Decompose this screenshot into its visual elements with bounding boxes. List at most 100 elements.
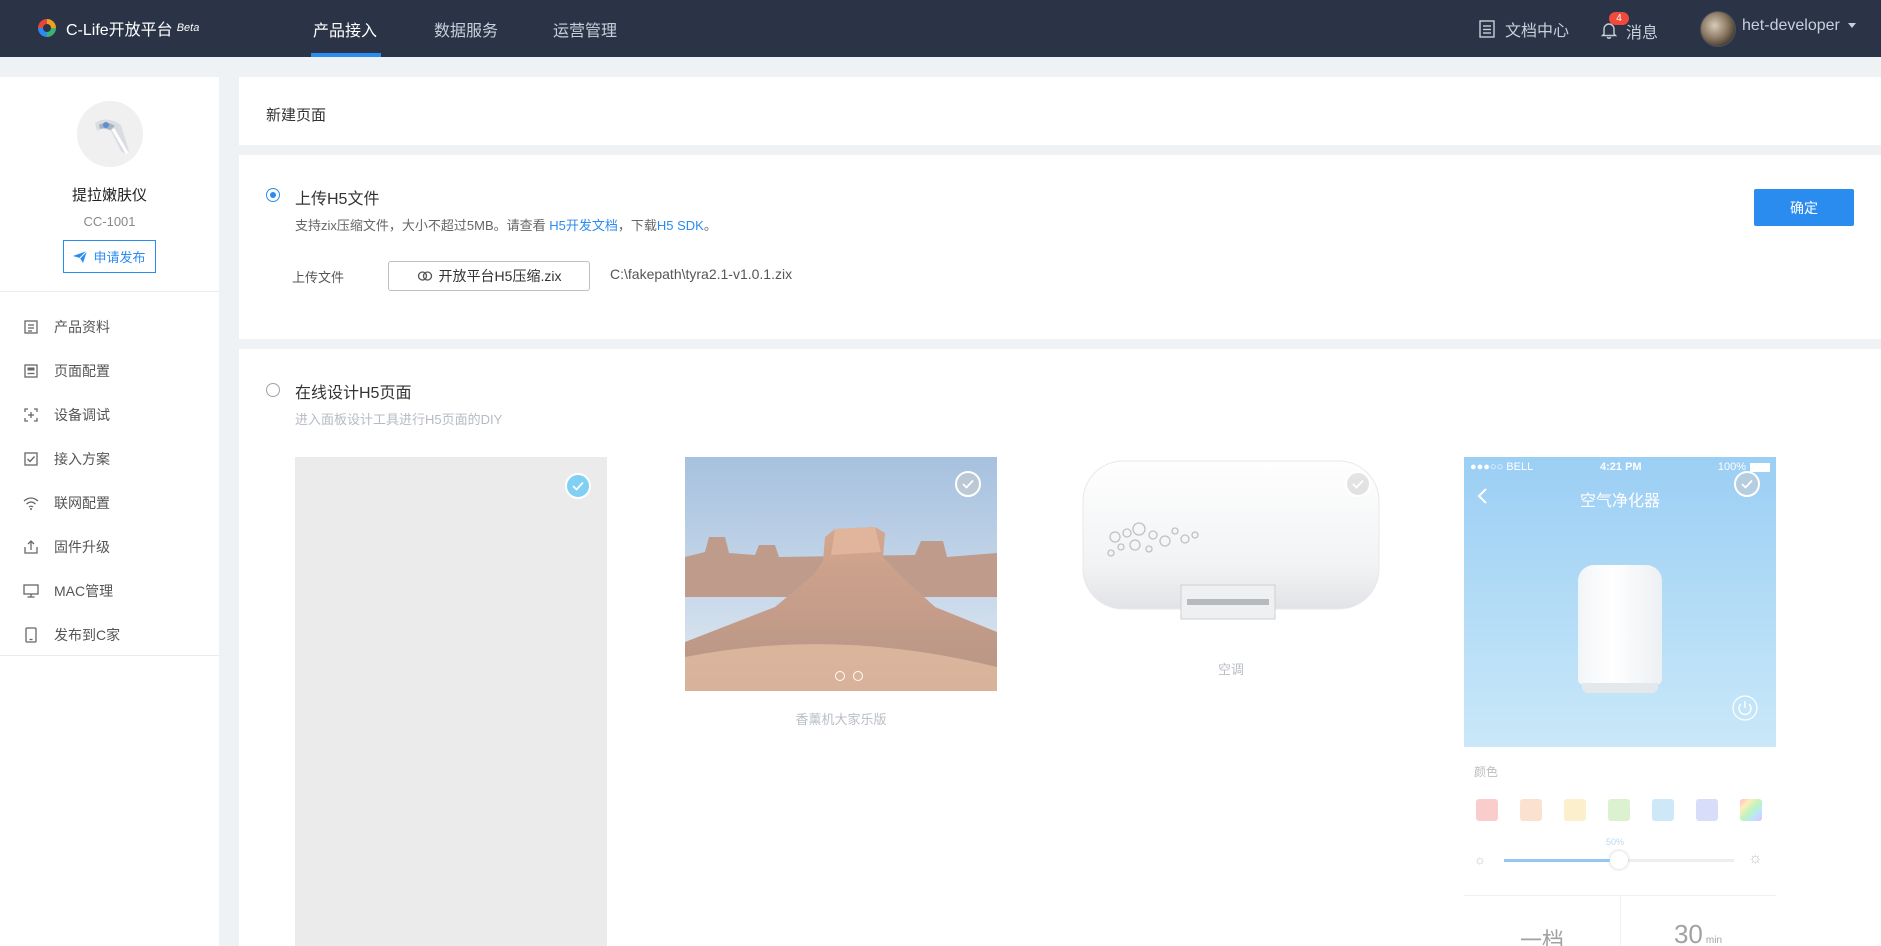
username: het-developer bbox=[1742, 17, 1840, 34]
battery-icon bbox=[1750, 463, 1770, 472]
upload-h5-title: 上传H5文件 bbox=[295, 191, 380, 208]
online-design-title: 在线设计H5页面 bbox=[295, 385, 412, 402]
phone-title: 空气净化器 bbox=[1579, 493, 1660, 510]
carrier-label: ●●●○○ BELL bbox=[1470, 461, 1534, 473]
upload-icon bbox=[23, 539, 39, 555]
monitor-icon bbox=[23, 583, 39, 599]
online-design-radio[interactable] bbox=[266, 383, 280, 397]
upload-h5-radio[interactable] bbox=[266, 188, 280, 202]
timer-value: 30 min bbox=[1620, 919, 1776, 946]
wifi-icon bbox=[23, 495, 39, 511]
choose-file-button[interactable]: 开放平台H5压缩.zix bbox=[388, 261, 590, 291]
carousel-dots bbox=[835, 671, 863, 681]
checkmark-icon[interactable] bbox=[565, 473, 591, 499]
caret-down-icon bbox=[1847, 23, 1856, 29]
top-navbar: C-Life开放平台 Beta 产品接入 数据服务 运营管理 文档中心 消息 4… bbox=[0, 0, 1881, 57]
page-icon bbox=[23, 363, 39, 379]
messages-count-badge: 4 bbox=[1609, 12, 1629, 25]
color-swatch bbox=[1740, 799, 1762, 821]
page-title: 新建页面 bbox=[266, 107, 327, 124]
phone-screen: ●●●○○ BELL 4:21 PM 100% 空气净化器 bbox=[1464, 457, 1776, 747]
sidebar-item-label: 发布到C家 bbox=[54, 627, 121, 643]
selected-file-path: C:\fakepath\tyra2.1-v1.0.1.zix bbox=[610, 266, 793, 282]
color-swatch bbox=[1652, 799, 1674, 821]
template-aroma-machine[interactable] bbox=[685, 457, 997, 691]
sidebar-item-label: 联网配置 bbox=[54, 495, 110, 511]
sidebar-item-firmware-upgrade[interactable]: 固件升级 bbox=[0, 525, 219, 569]
purifier-image bbox=[1578, 565, 1662, 685]
nav-operations[interactable]: 运营管理 bbox=[553, 17, 617, 41]
confirm-button[interactable]: 确定 bbox=[1754, 189, 1854, 226]
purifier-base bbox=[1582, 683, 1658, 693]
apply-publish-button[interactable]: 申请发布 bbox=[63, 240, 156, 273]
sidebar-item-network-config[interactable]: 联网配置 bbox=[0, 481, 219, 525]
sidebar-item-publish-cjia[interactable]: 发布到C家 bbox=[0, 613, 219, 657]
sun-bright-icon: ☼ bbox=[1748, 850, 1763, 867]
description-text: ，下载 bbox=[617, 218, 657, 233]
power-icon bbox=[1732, 695, 1758, 724]
timer-unit: min bbox=[1705, 935, 1723, 946]
sidebar-item-label: 产品资料 bbox=[54, 319, 110, 335]
send-icon bbox=[73, 250, 93, 263]
template-caption: 空调 bbox=[1217, 662, 1244, 677]
desert-landscape-image bbox=[685, 457, 997, 691]
gear-level-label: 一档 bbox=[1519, 928, 1564, 946]
description-text: 。 bbox=[703, 218, 717, 233]
checkmark-icon[interactable] bbox=[1345, 471, 1371, 497]
water-heater-image bbox=[1082, 460, 1380, 620]
checkmark-icon[interactable] bbox=[955, 471, 981, 497]
color-swatch bbox=[1476, 799, 1498, 821]
document-icon bbox=[23, 319, 39, 335]
color-label: 颜色 bbox=[1474, 765, 1499, 779]
debug-icon bbox=[23, 407, 39, 423]
sun-dim-icon: ☼ bbox=[1474, 852, 1486, 867]
nav-product-access[interactable]: 产品接入 bbox=[313, 17, 377, 41]
h5-sdk-link[interactable]: H5 SDK bbox=[657, 218, 704, 233]
template-blank[interactable] bbox=[295, 457, 607, 946]
sidebar-item-mac-management[interactable]: MAC管理 bbox=[0, 569, 219, 613]
sidebar-item-label: MAC管理 bbox=[54, 583, 114, 599]
timer-number: 30 bbox=[1673, 919, 1703, 946]
nav-data-service[interactable]: 数据服务 bbox=[434, 17, 498, 41]
sidebar-item-label: 接入方案 bbox=[54, 451, 110, 467]
brightness-slider-thumb bbox=[1610, 851, 1628, 869]
attachment-icon bbox=[417, 270, 439, 282]
sidebar-item-label: 固件升级 bbox=[54, 539, 110, 555]
slider-value: 50% bbox=[1606, 837, 1625, 847]
color-swatch bbox=[1564, 799, 1586, 821]
checkbox-icon bbox=[23, 451, 39, 467]
user-avatar[interactable] bbox=[1700, 11, 1736, 47]
user-menu[interactable]: het-developer bbox=[1742, 17, 1856, 35]
sidebar-item-product-info[interactable]: 产品资料 bbox=[0, 305, 219, 349]
template-air-conditioner[interactable] bbox=[1075, 457, 1387, 627]
product-name: 提拉嫩肤仪 bbox=[71, 187, 147, 204]
online-design-card: 在线设计H5页面 进入面板设计工具进行H5页面的DIY 香薰机大家乐版 空调 ●… bbox=[239, 349, 1881, 946]
logo-icon bbox=[36, 17, 58, 39]
sidebar-item-device-debug[interactable]: 设备调试 bbox=[0, 393, 219, 437]
apply-publish-label: 申请发布 bbox=[93, 250, 146, 265]
product-image bbox=[77, 101, 143, 167]
sidebar-item-label: 设备调试 bbox=[54, 407, 110, 423]
description-text: 支持zix压缩文件，大小不超过5MB。请查看 bbox=[295, 218, 550, 233]
template-air-purifier[interactable]: ●●●○○ BELL 4:21 PM 100% 空气净化器 颜色 ☼ 50% ☼… bbox=[1464, 457, 1776, 946]
docs-link[interactable]: 文档中心 bbox=[1479, 17, 1569, 41]
brightness-slider-fill bbox=[1504, 859, 1619, 862]
checkmark-icon[interactable] bbox=[1734, 471, 1760, 497]
brand-name: C-Life开放平台 bbox=[66, 22, 173, 39]
messages-label: 消息 bbox=[1626, 25, 1659, 42]
online-design-description: 进入面板设计工具进行H5页面的DIY bbox=[295, 412, 503, 427]
sidebar: 提拉嫩肤仪 CC-1001 申请发布 产品资料 页面配置 设备调试 接入方案 联… bbox=[0, 77, 219, 946]
sidebar-item-label: 页面配置 bbox=[54, 363, 110, 379]
phone-status-bar: ●●●○○ BELL 4:21 PM 100% bbox=[1470, 461, 1770, 475]
sidebar-item-page-config[interactable]: 页面配置 bbox=[0, 349, 219, 393]
upload-h5-card: 上传H5文件 支持zix压缩文件，大小不超过5MB。请查看 H5开发文档，下载H… bbox=[239, 155, 1881, 339]
brightness-slider bbox=[1504, 851, 1734, 869]
docs-label: 文档中心 bbox=[1505, 23, 1570, 40]
sidebar-item-access-plan[interactable]: 接入方案 bbox=[0, 437, 219, 481]
active-nav-indicator bbox=[311, 53, 381, 57]
color-swatches bbox=[1476, 799, 1766, 821]
brand-logo[interactable]: C-Life开放平台 Beta bbox=[36, 16, 199, 40]
h5-docs-link[interactable]: H5开发文档 bbox=[549, 218, 618, 233]
brand-tag: Beta bbox=[176, 22, 200, 34]
product-id: CC-1001 bbox=[83, 214, 136, 229]
